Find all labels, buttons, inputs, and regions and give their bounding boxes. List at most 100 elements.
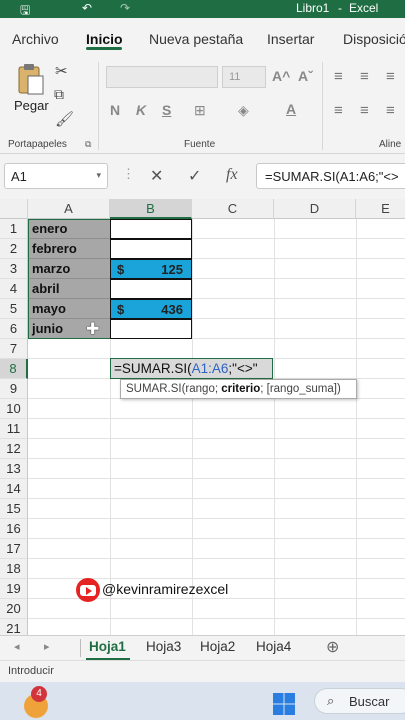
cell-b6[interactable]: [110, 319, 192, 339]
sheet-tab-hoja4[interactable]: Hoja4: [256, 639, 291, 654]
youtube-icon: [76, 578, 100, 602]
chevron-down-icon[interactable]: ▾: [96, 170, 101, 181]
row-header-18[interactable]: 18: [0, 559, 28, 579]
format-painter-icon[interactable]: 🖌: [55, 110, 74, 128]
grow-font-button[interactable]: A^: [272, 68, 290, 84]
sheet-tab-hoja2[interactable]: Hoja2: [200, 639, 235, 654]
cell-b8-editor[interactable]: =SUMAR.SI(A1:A6;"<>": [110, 358, 273, 379]
formula-text: =SUMAR.SI(A1:A6;"<>: [265, 169, 399, 184]
cancel-icon[interactable]: ✕: [150, 166, 163, 186]
status-bar: Introducir: [0, 660, 405, 682]
column-header-a[interactable]: A: [28, 199, 110, 219]
font-name-dropdown[interactable]: [106, 66, 218, 88]
taskbar-search[interactable]: ⌕ Buscar: [314, 688, 405, 714]
bold-button[interactable]: N: [110, 102, 120, 118]
windows-start-icon[interactable]: [272, 692, 296, 716]
row-header-16[interactable]: 16: [0, 519, 28, 539]
copy-icon[interactable]: ⧉: [54, 86, 64, 103]
cell-b3[interactable]: $125: [110, 259, 192, 279]
select-all-corner[interactable]: [0, 199, 28, 219]
align-bottom-icon[interactable]: ≡: [386, 68, 395, 85]
tab-inicio[interactable]: Inicio: [86, 31, 123, 47]
align-middle-icon[interactable]: ≡: [360, 68, 369, 85]
title-bar: 🖫 ↶ ↷ Libro1 - Excel: [0, 0, 405, 18]
italic-button[interactable]: K: [136, 102, 146, 118]
row-header-1[interactable]: 1: [0, 219, 28, 239]
formula-input[interactable]: =SUMAR.SI(A1:A6;"<>: [256, 163, 405, 189]
scroll-right-icon[interactable]: ▸: [44, 640, 50, 653]
row-header-5[interactable]: 5: [0, 299, 28, 319]
tab-archivo[interactable]: Archivo: [12, 31, 59, 47]
row-header-8[interactable]: 8: [0, 359, 28, 379]
row-header-10[interactable]: 10: [0, 399, 28, 419]
row-header-21[interactable]: 21: [0, 619, 28, 635]
row-header-20[interactable]: 20: [0, 599, 28, 619]
add-sheet-icon[interactable]: ⊕: [326, 637, 339, 657]
clipboard-launcher-icon[interactable]: ⧉: [85, 139, 91, 150]
row-header-17[interactable]: 17: [0, 539, 28, 559]
paste-label[interactable]: Pegar: [14, 98, 49, 113]
cell-b5[interactable]: $436: [110, 299, 192, 319]
enter-icon[interactable]: ✓: [188, 166, 201, 186]
redo-icon[interactable]: ↷: [120, 1, 130, 15]
tooltip-arg-rango[interactable]: rango;: [185, 383, 221, 395]
search-placeholder: Buscar: [349, 694, 390, 709]
row-header-9[interactable]: 9: [0, 379, 28, 399]
scroll-left-icon[interactable]: ◂: [14, 640, 20, 653]
formula-suffix: ;"<>": [228, 361, 258, 376]
app-name: Excel: [349, 1, 379, 15]
name-box[interactable]: A1 ▾: [4, 163, 108, 189]
borders-icon[interactable]: ⊞: [194, 102, 206, 119]
row-header-14[interactable]: 14: [0, 479, 28, 499]
align-top-icon[interactable]: ≡: [334, 68, 343, 85]
insert-function-button[interactable]: fx: [226, 166, 238, 184]
underline-button[interactable]: S: [162, 102, 171, 118]
tooltip-function[interactable]: SUMAR.SI(: [126, 383, 185, 395]
amount: 436: [161, 302, 183, 317]
grid-hline: [28, 558, 405, 559]
row-header-11[interactable]: 11: [0, 419, 28, 439]
function-tooltip: SUMAR.SI(rango; criterio; [rango_suma]): [120, 379, 357, 399]
grid-hline: [28, 518, 405, 519]
row-header-3[interactable]: 3: [0, 259, 28, 279]
column-header-e[interactable]: E: [356, 199, 405, 219]
cell-b4[interactable]: [110, 279, 192, 299]
sheet-tab-hoja1[interactable]: Hoja1: [89, 639, 126, 654]
tooltip-arg-criterio[interactable]: criterio: [221, 383, 260, 395]
font-color-button[interactable]: A: [286, 101, 296, 117]
row-header-15[interactable]: 15: [0, 499, 28, 519]
column-header-c[interactable]: C: [192, 199, 274, 219]
sheet-tab-hoja3[interactable]: Hoja3: [146, 639, 181, 654]
align-left-icon[interactable]: ≡: [334, 102, 343, 119]
row-header-7[interactable]: 7: [0, 339, 28, 359]
paste-icon[interactable]: [16, 62, 46, 96]
tooltip-arg-rango-suma[interactable]: ; [rango_suma]): [260, 383, 341, 395]
cell-b1[interactable]: [110, 219, 192, 239]
cell-b2[interactable]: [110, 239, 192, 259]
cut-icon[interactable]: ✂: [55, 62, 68, 80]
row-header-12[interactable]: 12: [0, 439, 28, 459]
column-header-d[interactable]: D: [274, 199, 356, 219]
column-header-b[interactable]: B: [110, 199, 192, 219]
align-right-icon[interactable]: ≡: [386, 102, 395, 119]
grid-hline: [28, 458, 405, 459]
shrink-font-button[interactable]: Aˇ: [298, 68, 313, 84]
fill-color-icon[interactable]: ◈: [238, 102, 249, 119]
row-header-6[interactable]: 6: [0, 319, 28, 339]
row-header-19[interactable]: 19: [0, 579, 28, 599]
font-size-value: 11: [229, 71, 241, 83]
row-header-2[interactable]: 2: [0, 239, 28, 259]
tab-disposicion[interactable]: Disposició: [343, 31, 405, 47]
currency: $: [117, 302, 125, 317]
undo-icon[interactable]: ↶: [82, 1, 92, 15]
font-size-dropdown[interactable]: 11: [222, 66, 266, 88]
row-header-13[interactable]: 13: [0, 459, 28, 479]
tab-insertar[interactable]: Insertar: [267, 31, 314, 47]
align-center-icon[interactable]: ≡: [360, 102, 369, 119]
row-header-4[interactable]: 4: [0, 279, 28, 299]
notification-badge: 4: [31, 686, 47, 702]
spreadsheet-grid[interactable]: A B C D E 1 2 3 4 5 6 7 8 9 10 11 12 13 14 15 16 17 18 19 2…: [0, 199, 405, 635]
grid-hline: [28, 418, 405, 419]
formula-prefix: =SUMAR.SI(: [114, 361, 192, 376]
tab-nueva-pestana[interactable]: Nueva pestaña: [149, 31, 243, 47]
